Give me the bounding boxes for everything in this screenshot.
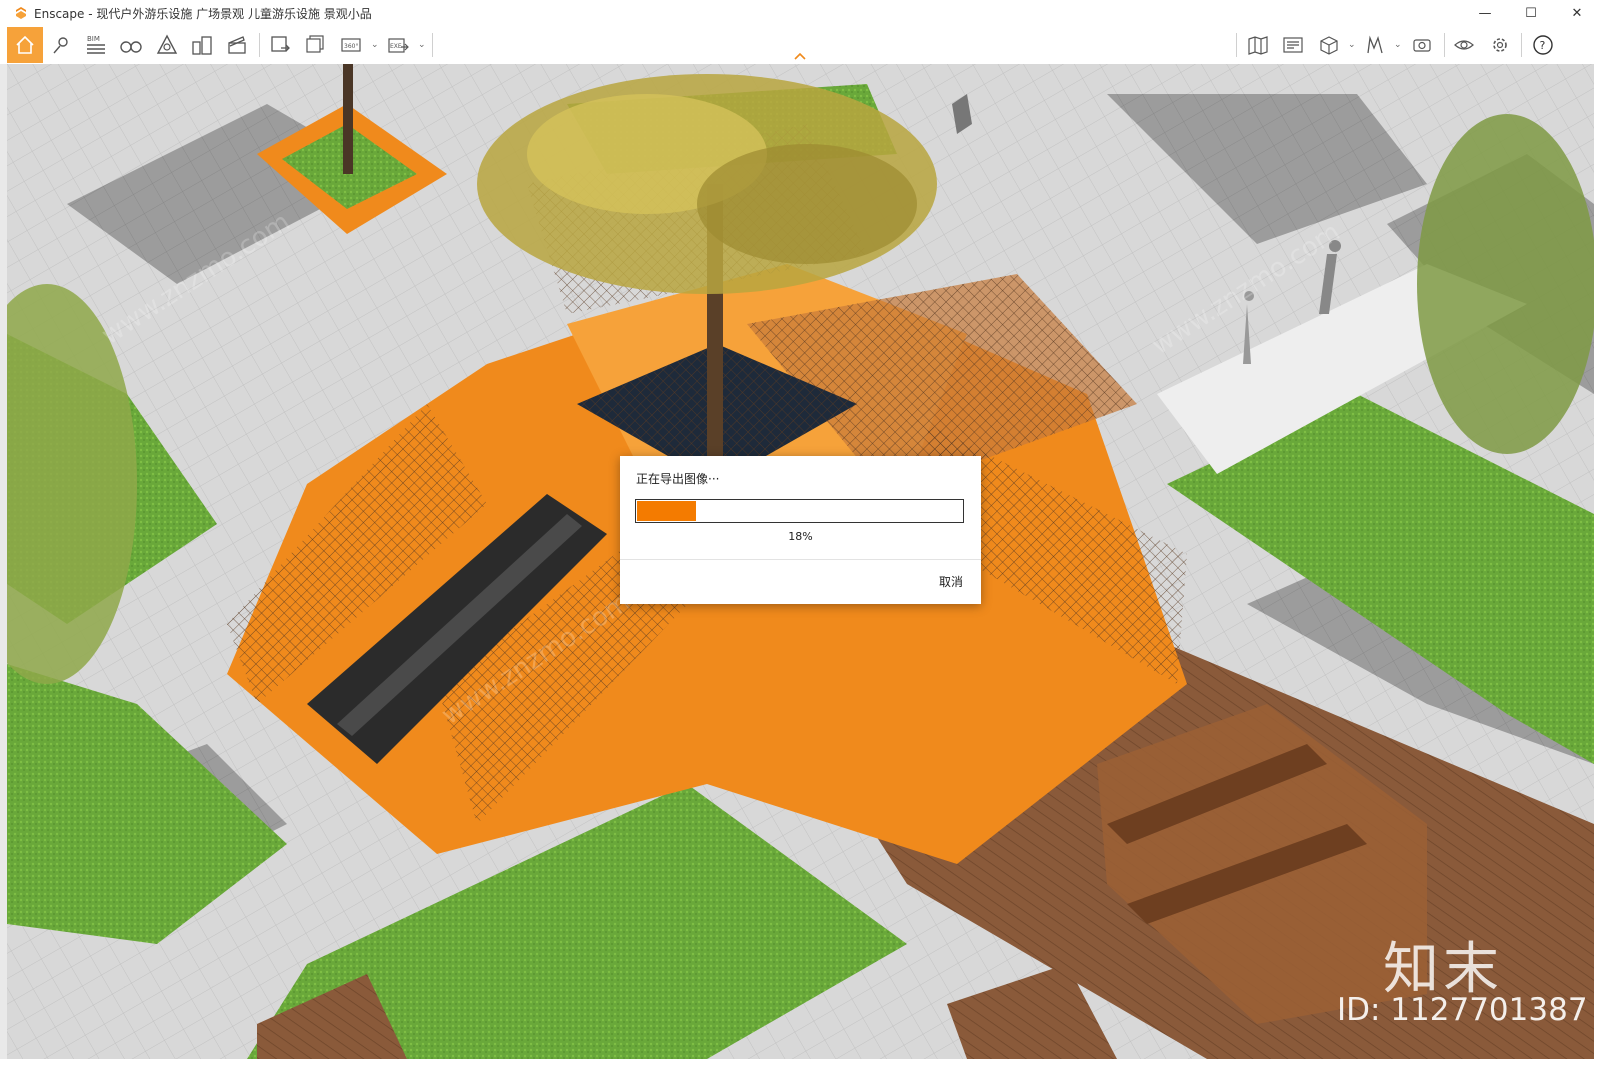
clapper-button[interactable] <box>221 29 253 61</box>
camera-icon <box>1413 39 1431 52</box>
cancel-button[interactable]: 取消 <box>939 573 963 590</box>
toolbar-separator <box>1444 33 1445 57</box>
asset-library-icon <box>53 37 68 54</box>
panorama-icon: 360° <box>341 38 361 52</box>
camera-button[interactable] <box>1406 29 1438 61</box>
bim-button[interactable]: BIM <box>80 29 112 61</box>
exe-dropdown-caret[interactable]: ⌄ <box>418 40 426 50</box>
home-button[interactable] <box>7 27 43 63</box>
title-bar: Enscape - 现代户外游乐设施 广场景观 儿童游乐设施 景观小品 — ☐ … <box>0 0 1600 26</box>
exe-export-button[interactable]: EXE <box>383 29 415 61</box>
watermark-id: ID: 1127701387 <box>1337 992 1588 1028</box>
toolbar-separator <box>1521 33 1522 57</box>
collaboration-button[interactable] <box>1360 29 1392 61</box>
toolbar-separator <box>432 33 433 57</box>
toolbar-separator <box>1236 33 1237 57</box>
asset-library-button[interactable] <box>45 29 77 61</box>
progress-bar-fill <box>637 501 696 521</box>
maximize-button[interactable]: ☐ <box>1508 0 1554 26</box>
progress-bar <box>635 499 964 523</box>
help-icon: ? <box>1533 35 1553 55</box>
map-button[interactable] <box>1242 29 1274 61</box>
home-icon <box>16 35 34 54</box>
sketch-button[interactable] <box>151 29 183 61</box>
collapse-toolbar-chevron-icon[interactable] <box>792 50 808 62</box>
binoculars-icon <box>120 41 142 53</box>
close-button[interactable]: ✕ <box>1554 0 1600 26</box>
bim-icon: BIM <box>87 35 105 54</box>
panorama-label: 360° <box>344 43 358 50</box>
minimize-button[interactable]: — <box>1462 0 1508 26</box>
settings-icon <box>1493 38 1507 52</box>
left-edge-strip <box>0 64 7 1059</box>
screenshot-icon <box>271 36 290 52</box>
exe-export-icon: EXE <box>388 38 409 53</box>
panorama-button[interactable]: 360° <box>336 29 368 61</box>
binoculars-button[interactable] <box>115 29 147 61</box>
view-management-icon <box>1283 37 1303 53</box>
collaboration-dropdown-caret[interactable]: ⌄ <box>1394 40 1402 50</box>
enscape-logo-icon <box>16 7 26 19</box>
cube-dropdown-caret[interactable]: ⌄ <box>1348 40 1356 50</box>
bim-label: BIM <box>87 35 100 43</box>
buildings-icon <box>192 36 212 55</box>
toolbar-separator <box>259 33 260 57</box>
exe-label: EXE <box>390 43 402 50</box>
svg-text:?: ? <box>1540 39 1546 52</box>
cube-icon <box>1320 36 1338 55</box>
collaboration-icon <box>1367 35 1383 54</box>
map-icon <box>1248 36 1268 55</box>
dialog-title: 正在导出图像··· <box>636 472 720 486</box>
buildings-button[interactable] <box>186 29 218 61</box>
view-management-button[interactable] <box>1277 29 1309 61</box>
cube-button[interactable] <box>1313 29 1345 61</box>
window-title: Enscape - 现代户外游乐设施 广场景观 儿童游乐设施 景观小品 <box>34 6 372 21</box>
sketch-icon <box>156 34 178 54</box>
settings-button[interactable] <box>1484 29 1516 61</box>
visual-settings-icon <box>1454 40 1474 50</box>
panorama-dropdown-caret[interactable]: ⌄ <box>371 40 379 50</box>
clapper-icon <box>228 36 246 54</box>
export-progress-dialog: 正在导出图像··· 18% 取消 <box>620 456 981 604</box>
batch-render-button[interactable] <box>300 29 332 61</box>
dialog-divider <box>620 559 981 560</box>
window-controls: — ☐ ✕ <box>1462 0 1600 26</box>
help-button[interactable]: ? <box>1527 29 1559 61</box>
visual-settings-button[interactable] <box>1448 29 1480 61</box>
batch-render-icon <box>306 35 324 53</box>
progress-percent: 18% <box>788 530 813 543</box>
enscape-window: Enscape - 现代户外游乐设施 广场景观 儿童游乐设施 景观小品 — ☐ … <box>0 0 1600 1065</box>
screenshot-button[interactable] <box>264 29 296 61</box>
